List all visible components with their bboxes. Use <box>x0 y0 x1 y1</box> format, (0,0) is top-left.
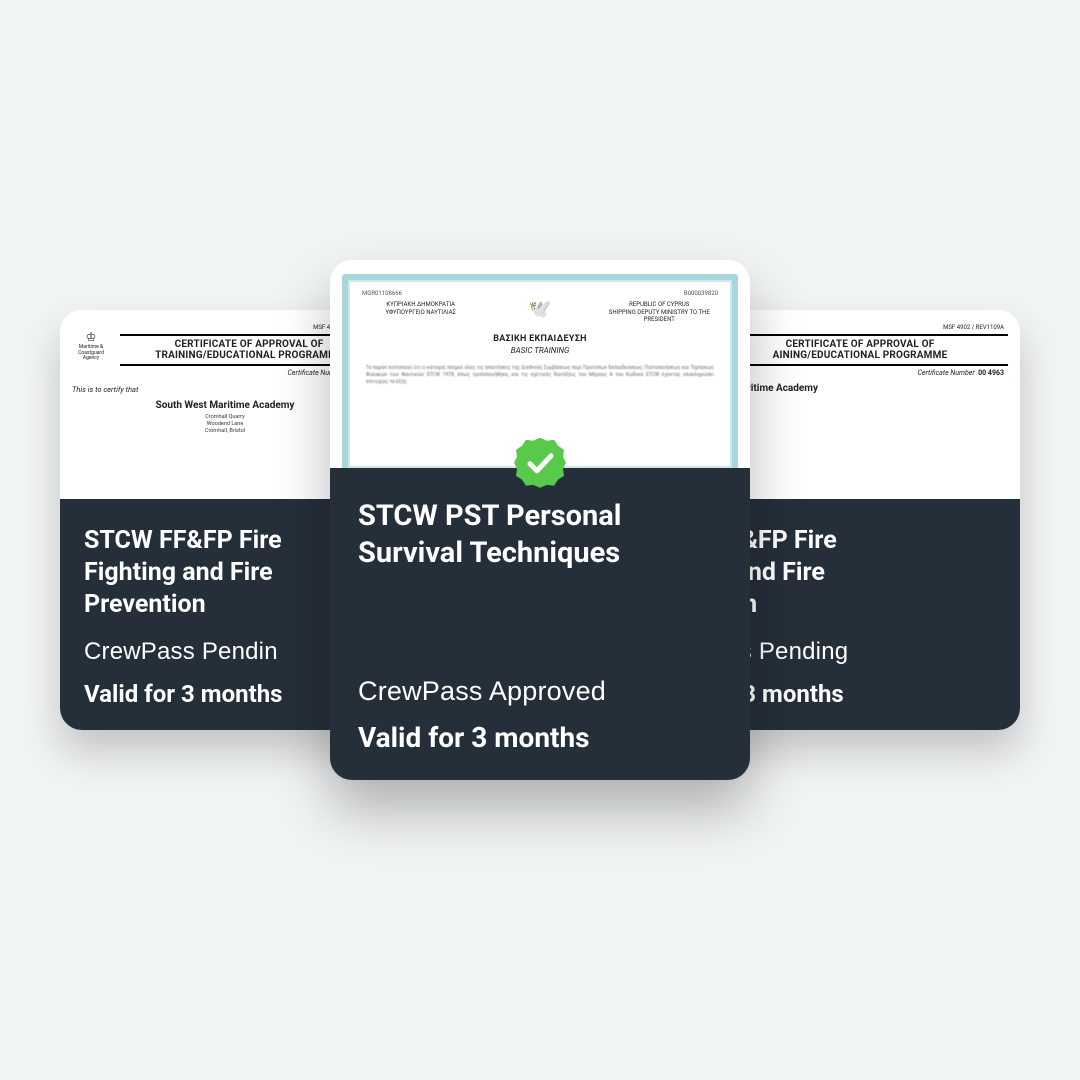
issuer-english: REPUBLIC OF CYPRUS <box>601 301 718 309</box>
validity-label: Valid for 3 months <box>358 721 722 754</box>
course-title: FF&FP Fire g and Fire tion <box>714 525 996 621</box>
issuer-greek: ΚΥΠΡΙΑΚΗ ΔΗΜΟΚΡΑΤΙΑ <box>362 301 479 309</box>
crown-icon: ♔ <box>86 331 97 343</box>
validity-label: Valid for 3 months <box>84 680 366 708</box>
course-title: STCW PST Personal Survival Techniques <box>358 498 722 572</box>
card-info: STCW PST Personal Survival Techniques Cr… <box>330 468 750 780</box>
cert-number-label: Certificate Number <box>918 369 975 377</box>
validity-label: or 3 months <box>714 680 996 708</box>
agency-crest: ♔ Maritime & Coastguard Agency <box>72 331 110 362</box>
issuer-english: PRESIDENT <box>601 316 718 324</box>
status-label: CrewPass Pendin <box>84 638 366 666</box>
title-line: FF&FP Fire <box>714 525 996 557</box>
doc-code-left: MGR01108666 <box>362 290 402 297</box>
cert-title-english: BASIC TRAINING <box>356 344 724 355</box>
status-label: CrewPass Approved <box>358 676 722 707</box>
issuer-english: SHIPPING DEPUTY MINISTRY TO THE <box>601 309 718 317</box>
cert-body-text: Το παρόν πιστοποιεί ότι ο κάτοχος πληροί… <box>356 355 724 386</box>
issuer-greek: ΥΦΥΠΟΥΡΓΕΙΟ ΝΑΥΤΙΛΙΑΣ <box>362 309 479 317</box>
cert-number: 00 4963 <box>978 369 1004 377</box>
cert-heading-line1: CERTIFICATE OF APPROVAL OF <box>712 339 1008 350</box>
cert-heading-line2: AINING/EDUCATIONAL PROGRAMME <box>712 350 1008 361</box>
status-label: ass Pending <box>714 638 996 666</box>
cert-title-greek: ΒΑΣΙΚΗ ΕΚΠΑΙΔΕΥΣΗ <box>356 324 724 344</box>
doc-code-right: B000039820 <box>684 290 718 297</box>
approved-badge <box>514 437 566 489</box>
approved-check-icon <box>514 437 566 489</box>
certificate-card-center[interactable]: MGR01108666 B000039820 ΚΥΠΡΙΑΚΗ ΔΗΜΟΚΡΑΤ… <box>330 260 750 780</box>
agency-label: Agency <box>83 356 99 362</box>
title-line: tion <box>714 589 996 621</box>
certificate-carousel: MSF 4902 / REV1109A ♔ Maritime & Coastgu… <box>40 260 1040 820</box>
title-line: g and Fire <box>714 557 996 589</box>
coat-of-arms-icon: 🕊️ <box>529 301 551 319</box>
course-title: STCW FF&FP Fire Fighting and Fire Preven… <box>84 525 366 621</box>
